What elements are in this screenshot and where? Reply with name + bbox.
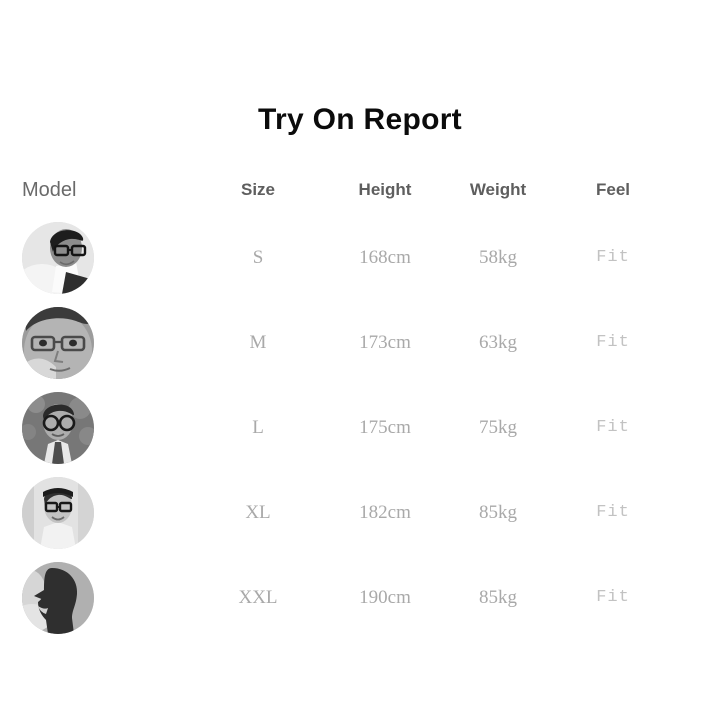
avatar <box>22 562 94 634</box>
column-header-model: Model <box>22 179 77 201</box>
cell-feel: Fit <box>596 588 630 607</box>
table-row: XL 182cm 85kg Fit <box>0 477 720 562</box>
table-row: S 168cm 58kg Fit <box>0 222 720 307</box>
avatar <box>22 222 94 294</box>
cell-height: 173cm <box>359 332 411 353</box>
avatar <box>22 307 94 379</box>
cell-feel: Fit <box>596 333 630 352</box>
cell-height: 182cm <box>359 502 411 523</box>
column-header-feel: Feel <box>595 180 631 199</box>
column-header-weight: Weight <box>469 180 527 199</box>
page-title: Try On Report <box>258 103 462 136</box>
cell-weight: 85kg <box>479 502 517 523</box>
model-photo-1-icon <box>22 222 94 294</box>
try-on-report-page: Try On Report Model Size Height Weight F… <box>0 0 720 720</box>
cell-feel: Fit <box>596 503 630 522</box>
cell-height: 168cm <box>359 247 411 268</box>
column-header-height: Height <box>358 180 412 199</box>
model-photo-5-icon <box>22 562 94 634</box>
cell-weight: 85kg <box>479 587 517 608</box>
cell-weight: 63kg <box>479 332 517 353</box>
table-row: L 175cm 75kg Fit <box>0 392 720 477</box>
avatar <box>22 477 94 549</box>
try-on-report-table: Model Size Height Weight Feel S 168cm 58… <box>0 178 720 647</box>
cell-size: XL <box>245 502 271 523</box>
model-photo-2-icon <box>22 307 94 379</box>
avatar <box>22 392 94 464</box>
cell-height: 175cm <box>359 417 411 438</box>
cell-weight: 75kg <box>479 417 517 438</box>
table-header-row: Model Size Height Weight Feel <box>0 178 720 222</box>
cell-size: M <box>249 332 267 353</box>
cell-size: L <box>252 417 264 438</box>
cell-size: XXL <box>238 587 278 608</box>
cell-height: 190cm <box>359 587 411 608</box>
cell-size: S <box>252 247 264 268</box>
cell-feel: Fit <box>596 418 630 437</box>
cell-weight: 58kg <box>479 247 517 268</box>
table-row: XXL 190cm 85kg Fit <box>0 562 720 647</box>
column-header-size: Size <box>240 180 276 199</box>
model-photo-4-icon <box>22 477 94 549</box>
model-photo-3-icon <box>22 392 94 464</box>
table-row: M 173cm 63kg Fit <box>0 307 720 392</box>
cell-feel: Fit <box>596 248 630 267</box>
